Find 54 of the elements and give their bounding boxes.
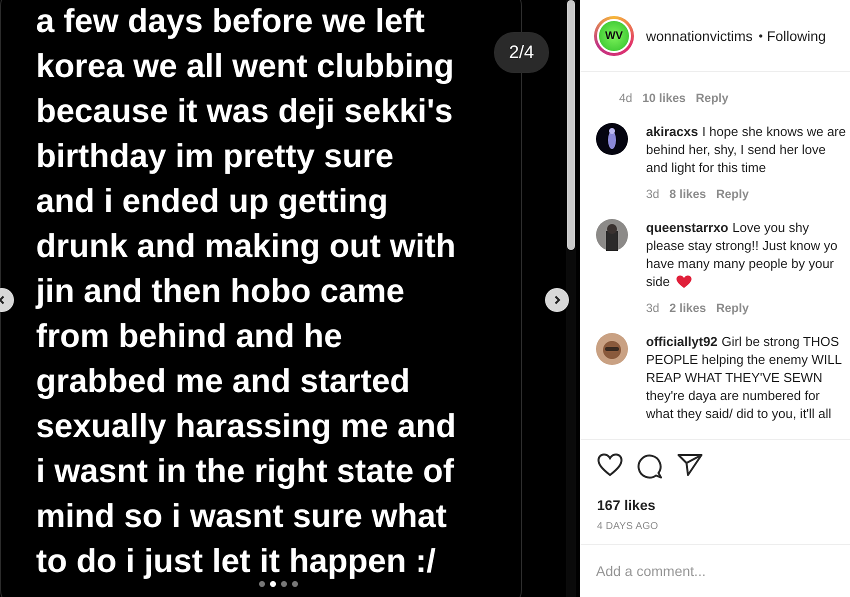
likes-count[interactable]: 167 likes [580,497,850,513]
carousel-dot[interactable] [259,581,265,587]
comment-text: REAP WHAT THEY'VE SEWN [646,369,824,387]
slide-text-line: grabbed me and started [36,363,410,399]
comment-text: they're daya are numbered for [646,387,821,405]
comment-text: have many many people by your [646,255,835,273]
carousel-dot[interactable] [270,581,276,587]
comment-text: queenstarrxo Love you shy [646,219,810,237]
logo-text: WV [605,30,623,42]
comment-text: officiallyt92 Girl be strong THOS [646,333,840,351]
slide-counter: 2/4 [494,32,549,73]
post-timestamp: 4 DAYS AGO [596,521,660,532]
heart-icon[interactable] [597,453,623,477]
comment-text: side [646,273,838,291]
following-button[interactable]: Following [766,28,826,44]
profile-avatar[interactable]: WV [594,16,634,56]
comment-likes[interactable]: 2 likes [669,301,706,315]
slide-text-line: drunk and making out with [36,228,456,264]
comment-text: and light for this time [646,159,767,177]
comment-text: akiracxs I hope she knows we are [646,123,846,141]
comment-text: please stay strong!! Just know yo [646,237,838,255]
reply-link[interactable]: Reply [716,187,749,201]
slide-text-line: mind so i wasnt sure what [36,498,447,534]
comment-time: 3d [646,187,660,201]
send-icon[interactable] [677,453,703,477]
slide-text-line: because it was deji sekki's [36,93,453,129]
carousel-dot[interactable] [281,581,287,587]
chevron-right-icon [552,295,562,305]
comment-text: PEOPLE helping the enemy WILL [646,351,842,369]
username-link[interactable]: wonnationvictims [646,28,753,44]
comment-time: 3d [646,301,660,315]
comment-text: what they said/ did to you, it'll all [646,405,832,423]
slide-text-line: from behind and he [36,318,342,354]
comment-likes[interactable]: 8 likes [669,187,706,201]
slide-text-line: korea we all went clubbing [36,48,454,84]
scrollbar[interactable] [566,0,576,597]
slide-text-line: sexually harassing me and [36,408,456,444]
heart-icon [676,275,692,289]
slide-text-line: to do i just let it happen :/ [36,543,436,579]
slide-text-line: i wasnt in the right state of [36,453,454,489]
next-button[interactable] [545,288,569,312]
slide-text-line: jin and then hobo came [36,273,405,309]
comment-icon[interactable] [637,453,663,479]
reply-link[interactable]: Reply [716,301,749,315]
comment-likes[interactable]: 10 likes [642,91,686,105]
chevron-left-icon [0,295,7,305]
slide-text-line: birthday im pretty sure [36,138,394,174]
reply-link[interactable]: Reply [696,91,728,105]
comment-time: 4d [619,91,632,105]
carousel-dot[interactable] [292,581,298,587]
separator: • [758,28,763,42]
comment-text: behind her, shy, I send her love [646,141,827,159]
slide-text-line: a few days before we left [36,3,425,39]
slide-text-line: and i ended up getting [36,183,388,219]
